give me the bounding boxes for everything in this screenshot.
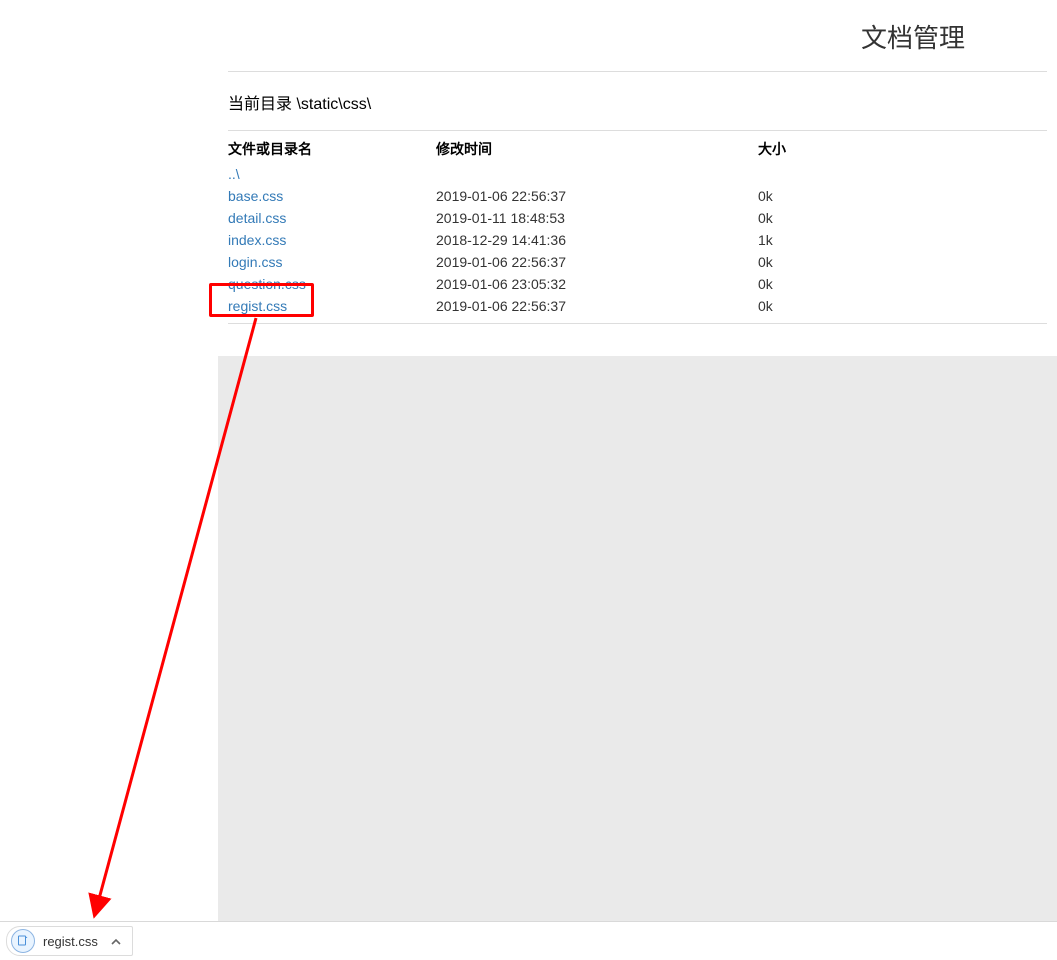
table-row: base.css 2019-01-06 22:56:37 0k	[218, 185, 1057, 207]
table-row: question.css 2019-01-06 23:05:32 0k	[218, 273, 1057, 295]
col-size: 大小	[758, 139, 1047, 159]
download-file-name: regist.css	[43, 934, 98, 949]
file-size: 0k	[758, 186, 1047, 206]
col-modified: 修改时间	[436, 139, 758, 159]
file-modified: 2018-12-29 14:41:36	[436, 230, 758, 250]
file-link[interactable]: question.css	[228, 276, 306, 292]
table-row: regist.css 2019-01-06 22:56:37 0k	[218, 295, 1057, 317]
parent-dir-row[interactable]: ..\	[218, 163, 1057, 185]
current-dir-path: \static\css\	[296, 96, 371, 113]
file-modified: 2019-01-06 22:56:37	[436, 296, 758, 316]
file-size: 0k	[758, 208, 1047, 228]
sidebar	[0, 0, 218, 960]
table-row: detail.css 2019-01-11 18:48:53 0k	[218, 207, 1057, 229]
file-modified: 2019-01-06 23:05:32	[436, 274, 758, 294]
file-link[interactable]: index.css	[228, 232, 286, 248]
file-modified: 2019-01-11 18:48:53	[436, 208, 758, 228]
parent-dir-link[interactable]: ..\	[228, 166, 240, 182]
file-modified: 2019-01-06 22:56:37	[436, 252, 758, 272]
file-size: 0k	[758, 296, 1047, 316]
file-link[interactable]: login.css	[228, 254, 282, 270]
table-row: login.css 2019-01-06 22:56:37 0k	[218, 251, 1057, 273]
css-file-icon	[11, 929, 35, 953]
file-size: 0k	[758, 252, 1047, 272]
divider	[228, 323, 1047, 324]
file-link[interactable]: regist.css	[228, 298, 287, 314]
current-dir: 当前目录 \static\css\	[218, 72, 1057, 130]
file-link[interactable]: detail.css	[228, 210, 286, 226]
file-modified: 2019-01-06 22:56:37	[436, 186, 758, 206]
download-bar: regist.css	[0, 921, 1057, 960]
download-item[interactable]: regist.css	[6, 926, 133, 956]
table-row: index.css 2018-12-29 14:41:36 1k	[218, 229, 1057, 251]
file-manager-panel: 文档管理 当前目录 \static\css\ 文件或目录名 修改时间 大小 ..…	[218, 0, 1057, 356]
file-size: 1k	[758, 230, 1047, 250]
file-size: 0k	[758, 274, 1047, 294]
file-link[interactable]: base.css	[228, 188, 283, 204]
table-header: 文件或目录名 修改时间 大小	[218, 131, 1057, 163]
current-dir-label: 当前目录	[228, 96, 292, 113]
chevron-up-icon[interactable]	[110, 935, 122, 947]
col-name: 文件或目录名	[228, 139, 436, 159]
page-title: 文档管理	[218, 10, 1057, 71]
